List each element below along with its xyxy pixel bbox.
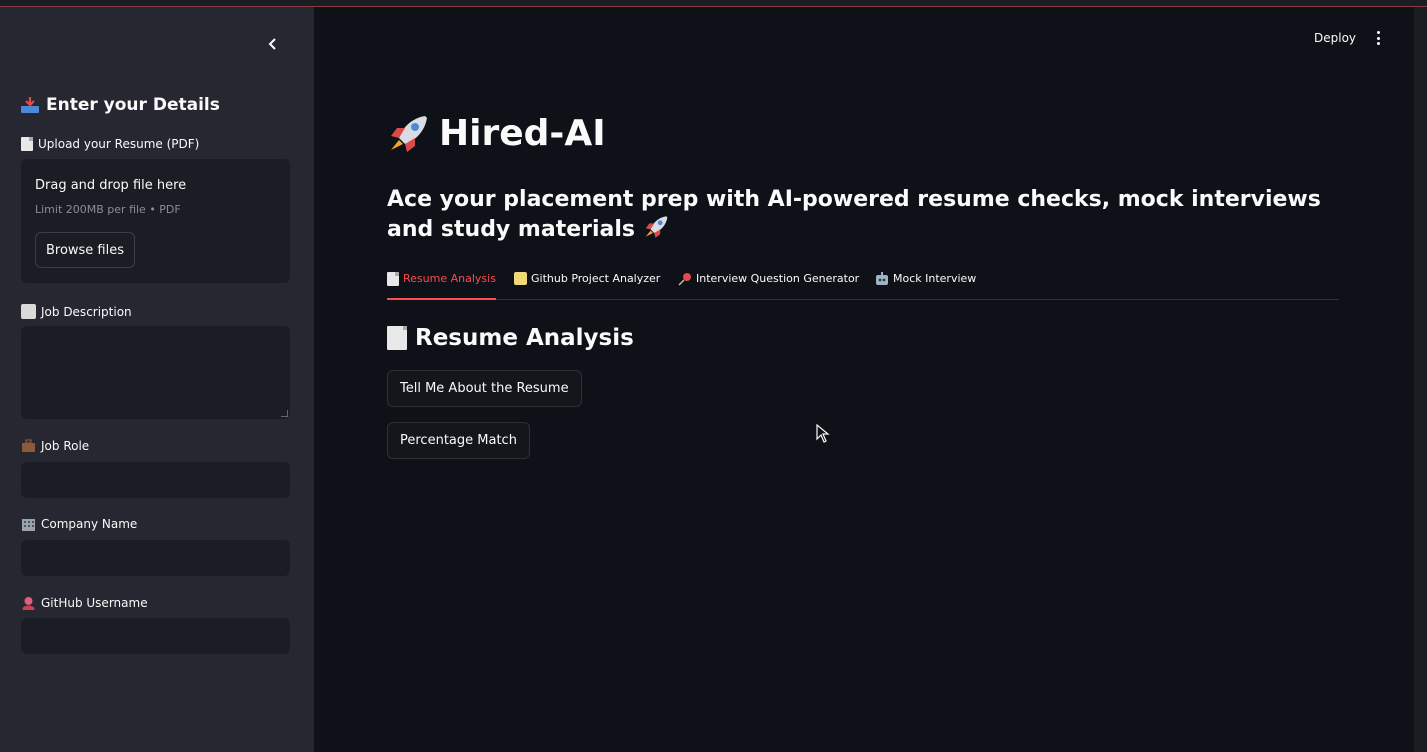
user-icon xyxy=(22,597,35,610)
tab-label: Mock Interview xyxy=(893,272,977,285)
page-title: Hired-AI xyxy=(387,113,606,154)
kebab-dot xyxy=(1376,36,1380,40)
pushpin-icon xyxy=(678,273,691,286)
github-username-input[interactable] xyxy=(21,618,290,654)
window-edge xyxy=(1414,7,1427,752)
memo-icon xyxy=(21,304,36,319)
upload-label-text: Upload your Resume (PDF) xyxy=(38,137,200,151)
tab-interview-question-generator[interactable]: Interview Question Generator xyxy=(678,272,859,299)
tab-label: Github Project Analyzer xyxy=(531,272,661,285)
sidebar-heading: Enter your Details xyxy=(20,95,220,115)
company-name-input[interactable] xyxy=(21,540,290,576)
inbox-tray-icon xyxy=(21,97,39,113)
robot-icon xyxy=(876,272,888,285)
sidebar: Enter your Details Upload your Resume (P… xyxy=(0,7,314,752)
browser-top-strip xyxy=(0,0,1427,7)
briefcase-icon xyxy=(22,439,35,452)
page-subtitle: Ace your placement prep with AI-powered … xyxy=(387,185,1347,245)
tab-label: Interview Question Generator xyxy=(696,272,860,285)
file-dropzone[interactable]: Drag and drop file here Limit 200MB per … xyxy=(21,159,290,283)
job-role-input[interactable] xyxy=(21,462,290,498)
memo-icon xyxy=(514,272,527,285)
company-name-label: Company Name xyxy=(21,517,137,531)
job-role-label: Job Role xyxy=(21,439,89,453)
page-subtitle-text: Ace your placement prep with AI-powered … xyxy=(387,187,1321,242)
kebab-dot xyxy=(1376,31,1380,34)
page-icon xyxy=(387,272,399,286)
github-username-label: GitHub Username xyxy=(21,596,148,610)
resize-handle[interactable] xyxy=(281,410,288,417)
tell-me-about-resume-button[interactable]: Tell Me About the Resume xyxy=(387,370,582,407)
job-description-label: Job Description xyxy=(21,304,132,319)
section-title-text: Resume Analysis xyxy=(415,325,634,351)
deploy-button[interactable]: Deploy xyxy=(1314,31,1356,45)
section-title: Resume Analysis xyxy=(387,325,634,351)
tab-label: Resume Analysis xyxy=(403,272,496,285)
page-icon xyxy=(21,137,33,151)
page-title-text: Hired-AI xyxy=(439,113,606,154)
company-name-label-text: Company Name xyxy=(41,517,138,531)
page-icon xyxy=(387,326,407,350)
rocket-icon xyxy=(645,216,668,238)
github-username-label-text: GitHub Username xyxy=(41,596,148,610)
dropzone-limit: Limit 200MB per file • PDF xyxy=(35,203,181,216)
upload-label: Upload your Resume (PDF) xyxy=(21,137,199,151)
job-role-label-text: Job Role xyxy=(41,439,90,453)
job-description-textarea[interactable] xyxy=(21,326,290,419)
tab-github-project-analyzer[interactable]: Github Project Analyzer xyxy=(514,272,660,299)
rocket-icon xyxy=(391,115,427,152)
sidebar-heading-text: Enter your Details xyxy=(46,95,220,115)
main-content: Deploy Hired-AI Ace your placement prep … xyxy=(314,7,1427,752)
main-menu-button[interactable] xyxy=(1370,29,1386,47)
office-building-icon xyxy=(22,519,35,531)
kebab-dot xyxy=(1376,42,1380,45)
chevron-left-icon xyxy=(268,38,276,50)
job-description-label-text: Job Description xyxy=(41,304,132,319)
dropzone-title: Drag and drop file here xyxy=(35,178,187,193)
mouse-cursor-icon xyxy=(816,424,830,443)
tab-mock-interview[interactable]: Mock Interview xyxy=(875,272,976,299)
tab-resume-analysis[interactable]: Resume Analysis xyxy=(387,272,496,300)
collapse-sidebar-button[interactable] xyxy=(262,33,284,55)
browse-files-button[interactable]: Browse files xyxy=(35,232,135,268)
percentage-match-button[interactable]: Percentage Match xyxy=(387,422,530,459)
tab-bar: Resume Analysis Github Project Analyzer … xyxy=(387,269,1339,300)
